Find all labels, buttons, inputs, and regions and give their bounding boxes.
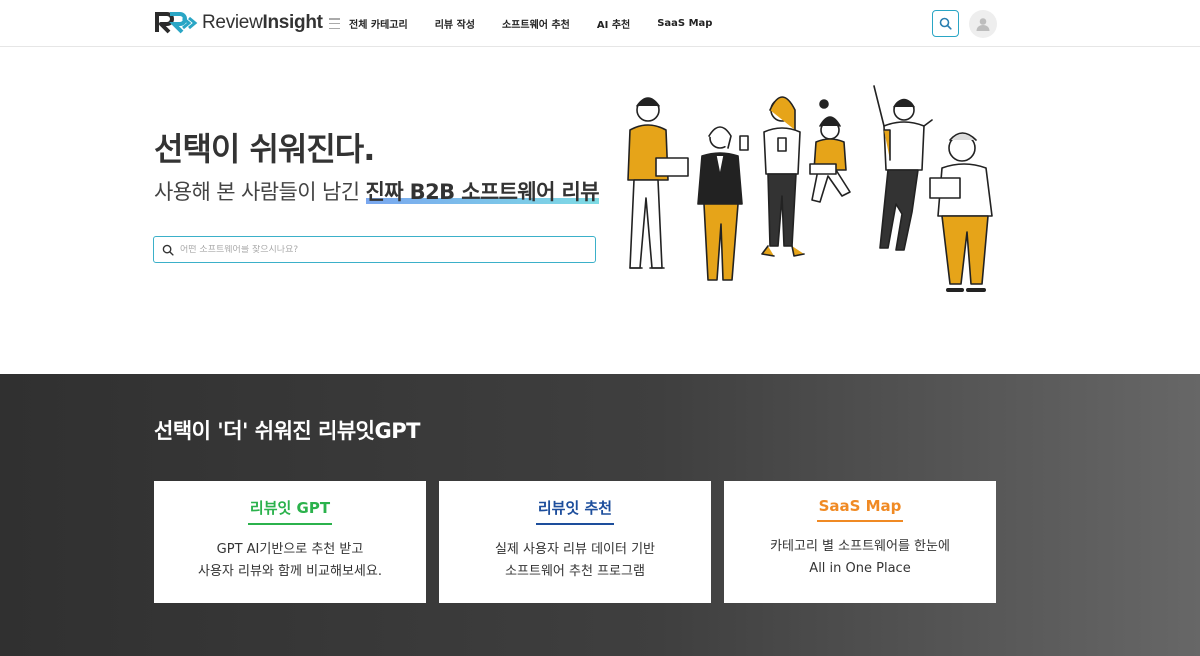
hero-subtitle: 사용해 본 사람들이 남긴 진짜 B2B 소프트웨어 리뷰 bbox=[154, 180, 600, 204]
nav-ai-recommend[interactable]: AI 추천 bbox=[597, 16, 630, 31]
menu-icon[interactable] bbox=[329, 18, 340, 29]
header-search-button[interactable] bbox=[932, 10, 959, 37]
search-icon bbox=[162, 244, 174, 256]
card-description: 카테고리 별 소프트웨어를 한눈에 All in One Place bbox=[770, 539, 950, 576]
card-saas-map[interactable]: SaaS Map 카테고리 별 소프트웨어를 한눈에 All in One Pl… bbox=[724, 481, 996, 603]
hero-title: 선택이 쉬워진다. bbox=[154, 130, 375, 168]
hero-subtitle-highlight: 진짜 B2B 소프트웨어 리뷰 bbox=[365, 180, 600, 204]
logo[interactable]: ReviewInsight bbox=[153, 11, 323, 35]
nav-write-review[interactable]: 리뷰 작성 bbox=[435, 16, 475, 31]
nav-software-recommend[interactable]: 소프트웨어 추천 bbox=[502, 16, 570, 31]
logo-icon bbox=[155, 12, 198, 34]
card-description: GPT AI기반으로 추천 받고 사용자 리뷰와 함께 비교해보세요. bbox=[198, 542, 382, 579]
nav-saas-map[interactable]: SaaS Map bbox=[657, 18, 712, 29]
user-avatar-button[interactable] bbox=[969, 10, 997, 38]
card-reviewit-gpt[interactable]: 리뷰잇 GPT GPT AI기반으로 추천 받고 사용자 리뷰와 함께 비교해보… bbox=[154, 481, 426, 603]
card-title: 리뷰잇 추천 bbox=[535, 497, 615, 525]
main-nav: 전체 카테고리 리뷰 작성 소프트웨어 추천 AI 추천 SaaS Map bbox=[329, 0, 739, 47]
card-title: 리뷰잇 GPT bbox=[247, 497, 333, 525]
user-icon bbox=[976, 18, 990, 31]
card-description: 실제 사용자 리뷰 데이터 기반 소프트웨어 추천 프로그램 bbox=[494, 542, 656, 579]
gpt-section-title: 선택이 '더' 쉬워진 리뷰잇GPT bbox=[154, 419, 420, 443]
logo-text: ReviewInsight bbox=[202, 12, 323, 33]
top-header: ReviewInsight 전체 카테고리 리뷰 작성 소프트웨어 추천 AI … bbox=[0, 0, 1200, 47]
card-reviewit-recommend[interactable]: 리뷰잇 추천 실제 사용자 리뷰 데이터 기반 소프트웨어 추천 프로그램 bbox=[439, 481, 711, 603]
hero-search-input[interactable] bbox=[180, 244, 580, 255]
search-icon bbox=[939, 17, 952, 30]
card-title: SaaS Map bbox=[816, 497, 904, 522]
nav-all-categories[interactable]: 전체 카테고리 bbox=[349, 16, 408, 31]
gpt-section: 선택이 '더' 쉬워진 리뷰잇GPT 리뷰잇 GPT GPT AI기반으로 추천… bbox=[0, 374, 1200, 656]
hero-search-box[interactable] bbox=[153, 236, 596, 263]
people-illustration bbox=[627, 85, 993, 292]
